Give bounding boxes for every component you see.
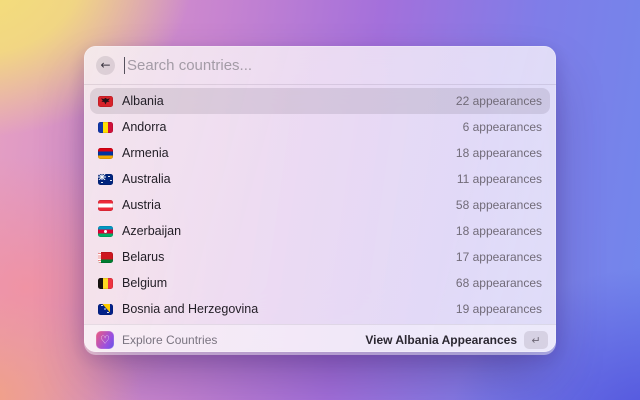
appearance-count: 58 appearances: [455, 198, 542, 212]
azerbaijan-flag-icon: [98, 225, 113, 237]
list-item-azerbaijan[interactable]: Azerbaijan 18 appearances: [90, 218, 550, 244]
list-item-austria[interactable]: Austria 58 appearances: [90, 192, 550, 218]
list-item-andorra[interactable]: Andorra 6 appearances: [90, 114, 550, 140]
armenia-flag-icon: [98, 147, 113, 159]
appearance-count: 18 appearances: [455, 224, 542, 238]
albania-flag-icon: [98, 95, 113, 107]
appearance-count: 17 appearances: [455, 250, 542, 264]
appearance-count: 11 appearances: [456, 172, 542, 186]
enter-key-glyph: ↵: [531, 333, 541, 347]
action-label: View Albania Appearances: [365, 333, 517, 347]
list-item-belgium[interactable]: Belgium 68 appearances: [90, 270, 550, 296]
country-name: Andorra: [122, 120, 167, 134]
search-bar: ← Search countries...: [84, 46, 556, 84]
footer-bar: ♡ Explore Countries View Albania Appeara…: [84, 324, 556, 355]
list-item-bosnia-and-herzegovina[interactable]: Bosnia and Herzegovina 19 appearances: [90, 296, 550, 322]
belarus-flag-icon: [98, 251, 113, 263]
back-arrow-icon: ←: [100, 58, 111, 72]
list-item-armenia[interactable]: Armenia 18 appearances: [90, 140, 550, 166]
country-name: Albania: [122, 94, 164, 108]
country-list: Albania 22 appearances Andorra 6 appeara…: [84, 85, 556, 324]
appearance-count: 19 appearances: [455, 302, 542, 316]
appearance-count: 18 appearances: [455, 146, 542, 160]
explore-countries-app-icon: ♡: [96, 331, 114, 349]
country-name: Azerbaijan: [122, 224, 182, 238]
appearance-count: 6 appearances: [462, 120, 542, 134]
andorra-flag-icon: [98, 121, 113, 133]
text-caret: [124, 56, 125, 74]
country-name: Austria: [122, 198, 161, 212]
footer-app-info: ♡ Explore Countries: [96, 331, 365, 349]
primary-action-button[interactable]: View Albania Appearances ↵: [365, 331, 548, 349]
australia-flag-icon: [98, 173, 113, 185]
country-name: Australia: [122, 172, 171, 186]
country-name: Bosnia and Herzegovina: [122, 302, 259, 316]
list-item-belarus[interactable]: Belarus 17 appearances: [90, 244, 550, 270]
enter-key-icon: ↵: [524, 331, 548, 349]
bosnia-flag-icon: [98, 303, 113, 315]
belgium-flag-icon: [98, 277, 113, 289]
country-name: Belgium: [122, 276, 168, 290]
desktop-background: ← Search countries... Albania 22 appeara…: [0, 0, 640, 400]
appearance-count: 22 appearances: [455, 94, 542, 108]
back-button[interactable]: ←: [96, 55, 115, 75]
country-name: Belarus: [122, 250, 165, 264]
app-name: Explore Countries: [122, 333, 218, 347]
list-item-australia[interactable]: Australia 11 appearances: [90, 166, 550, 192]
country-name: Armenia: [122, 146, 169, 160]
appearance-count: 68 appearances: [455, 276, 542, 290]
search-input[interactable]: Search countries...: [127, 57, 544, 74]
command-palette-window: ← Search countries... Albania 22 appeara…: [84, 46, 556, 355]
austria-flag-icon: [98, 199, 113, 211]
heart-icon: ♡: [100, 333, 110, 346]
list-item-albania[interactable]: Albania 22 appearances: [90, 88, 550, 114]
